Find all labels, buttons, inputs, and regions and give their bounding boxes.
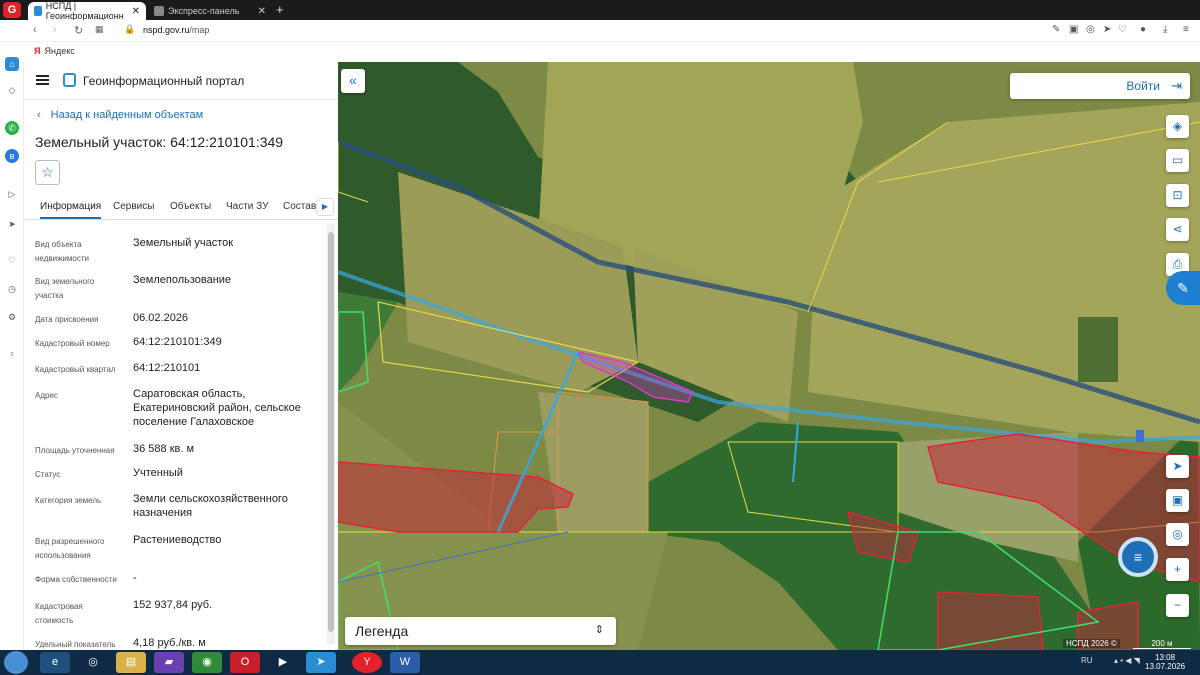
system-clock[interactable]: 13:08 13.07.2026 (1145, 653, 1185, 671)
map-view[interactable]: « Войти ⇥ ◈ ▭ ⊡ ⋖ ⎙ ✎ ➤ ▣ ◎ + − ≡ Легенд… (338, 62, 1200, 650)
chevron-left-icon: ‹ (37, 109, 41, 121)
yandex-icon[interactable]: Y (352, 652, 382, 673)
address-bar: ‹ › ↻ ▦ 🔒 nspd.gov.ru/map ✎ ▣ ◎ ➤ ♡ ● ⤓ … (0, 20, 1200, 42)
ie-icon[interactable]: e (40, 652, 70, 673)
telegram-icon[interactable]: ➤ (306, 652, 336, 673)
basemap-switch-icon[interactable]: ▣ (1166, 489, 1189, 512)
browser-tab-bar: G НСПД | Геоинформационн ✕ Экспресс-пане… (0, 0, 1200, 21)
tab-nspd[interactable]: НСПД | Геоинформационн ✕ (28, 1, 146, 21)
layers-icon[interactable]: ◈ (1166, 115, 1189, 138)
lock-icon: 🔒 (124, 24, 136, 34)
settings-gear-icon[interactable]: ⚙ (5, 310, 19, 324)
tab-express-panel[interactable]: Экспресс-панель ✕ (148, 2, 272, 20)
bulb-icon[interactable]: ♀ (5, 347, 19, 361)
chrome-icon[interactable]: ◉ (192, 652, 222, 673)
map-scale: 200 м (1133, 639, 1191, 649)
url-field[interactable]: nspd.gov.ru/map (143, 25, 209, 35)
heart-icon[interactable]: ♡ (5, 253, 19, 267)
extension-icon[interactable]: ◎ (1086, 24, 1095, 35)
login-button[interactable]: Войти ⇥ (1010, 73, 1190, 99)
chat-assistant-icon[interactable]: ✎ (1166, 271, 1200, 305)
reload-icon[interactable]: ↻ (74, 24, 83, 37)
tab-parts[interactable]: Части ЗУ (226, 201, 268, 212)
support-chat-button[interactable]: ≡ (1118, 537, 1158, 577)
back-arrow-icon[interactable]: ‹ (33, 24, 37, 36)
vk-icon[interactable]: в (5, 149, 19, 163)
grid-favicon-icon (154, 6, 164, 16)
menu-icon[interactable]: ≡ (1183, 24, 1189, 35)
close-tab-icon[interactable]: ✕ (258, 6, 266, 17)
clock-icon[interactable]: ◷ (5, 282, 19, 296)
whatsapp-icon[interactable]: ✆ (5, 121, 19, 135)
send-icon[interactable]: ➤ (1103, 24, 1111, 35)
portal-title: Геоинформационный портал (83, 74, 245, 88)
zoom-out-button[interactable]: − (1166, 594, 1189, 617)
app-icon[interactable]: ◎ (78, 652, 108, 673)
object-title: Земельный участок: 64:12:210101:349 (35, 134, 284, 150)
portal-logo-icon (63, 73, 76, 87)
pin-icon[interactable]: ◇ (5, 83, 19, 97)
bookmark-yandex[interactable]: Я Яндекс (34, 46, 79, 56)
start-button-icon[interactable] (4, 651, 28, 674)
yandex-browser-logo-icon[interactable]: G (3, 2, 21, 18)
tray-icons[interactable]: ▴ ▪ ◀ ◥ (1114, 656, 1140, 665)
play-icon[interactable]: ▷ (5, 187, 19, 201)
tabs-grid-icon[interactable]: ▦ (95, 24, 104, 35)
share-icon[interactable]: ⋖ (1166, 218, 1189, 241)
select-area-icon[interactable]: ⊡ (1166, 184, 1189, 207)
scrollbar-thumb[interactable] (328, 232, 334, 632)
object-info-panel: Геоинформационный портал ‹ Назад к найден… (25, 62, 338, 650)
zoom-in-button[interactable]: + (1166, 558, 1189, 581)
home-icon[interactable]: ⌂ (5, 57, 19, 71)
tab-label: Экспресс-панель (168, 6, 240, 16)
bookmarks-bar: Я Яндекс (0, 42, 1200, 62)
profile-icon[interactable]: ● (1140, 24, 1146, 35)
back-to-results-link[interactable]: ‹ Назад к найденным объектам (37, 109, 203, 121)
tab-label: НСПД | Геоинформационн (45, 1, 124, 21)
map-copyright: НСПД 2026 © (1063, 639, 1120, 648)
geolocation-icon[interactable]: ◎ (1166, 523, 1189, 546)
chevron-updown-icon: ⇕ (594, 624, 604, 636)
camera-icon[interactable]: ▣ (1069, 24, 1078, 35)
send-icon[interactable]: ➤ (5, 217, 19, 231)
favorite-star-button[interactable]: ☆ (35, 160, 60, 185)
locate-me-icon[interactable]: ➤ (1166, 455, 1189, 478)
new-tab-icon[interactable]: + (276, 2, 284, 17)
windows-taskbar: e ◎ ▤ ▰ ◉ O ▶ ➤ Y W RU ▴ ▪ ◀ ◥ 13:08 13.… (0, 650, 1200, 675)
collapse-panel-button[interactable]: « (341, 69, 365, 93)
panel-header: Геоинформационный портал (25, 62, 338, 100)
opera-icon[interactable]: O (230, 652, 260, 673)
nspd-favicon-icon (34, 6, 42, 16)
close-tab-icon[interactable]: ✕ (132, 6, 140, 17)
panel-scrollbar[interactable] (327, 224, 335, 644)
hamburger-menu-icon[interactable] (36, 75, 49, 77)
legend-dropdown[interactable]: Легенда ⇕ (345, 617, 616, 645)
app-purple-icon[interactable]: ▰ (154, 652, 184, 673)
login-arrow-icon: ⇥ (1171, 78, 1182, 93)
favorite-icon[interactable]: ♡ (1118, 24, 1127, 35)
tab-services[interactable]: Сервисы (113, 201, 154, 212)
browser-sidebar: ⌂ ◇ ✆ в ▷ ➤ ♡ ◷ ⚙ ♀ (0, 57, 24, 650)
media-player-icon[interactable]: ▶ (268, 652, 298, 673)
tab-information[interactable]: Информация (40, 201, 102, 219)
forward-arrow-icon[interactable]: › (53, 24, 57, 36)
ruler-icon[interactable]: ▭ (1166, 149, 1189, 172)
tab-objects[interactable]: Объекты (170, 201, 211, 212)
yandex-icon: Я (34, 46, 41, 56)
satellite-map (338, 62, 1200, 650)
language-indicator[interactable]: RU (1081, 656, 1093, 665)
download-icon[interactable]: ⤓ (1163, 24, 1167, 35)
panel-tabs: Информация Сервисы Объекты Части ЗУ Сост… (25, 196, 338, 220)
edit-icon[interactable]: ✎ (1052, 24, 1060, 35)
explorer-icon[interactable]: ▤ (116, 652, 146, 673)
tab-composition[interactable]: Состав (283, 201, 316, 212)
word-icon[interactable]: W (390, 652, 420, 673)
tabs-scroll-right-icon[interactable]: ▶ (316, 198, 334, 216)
